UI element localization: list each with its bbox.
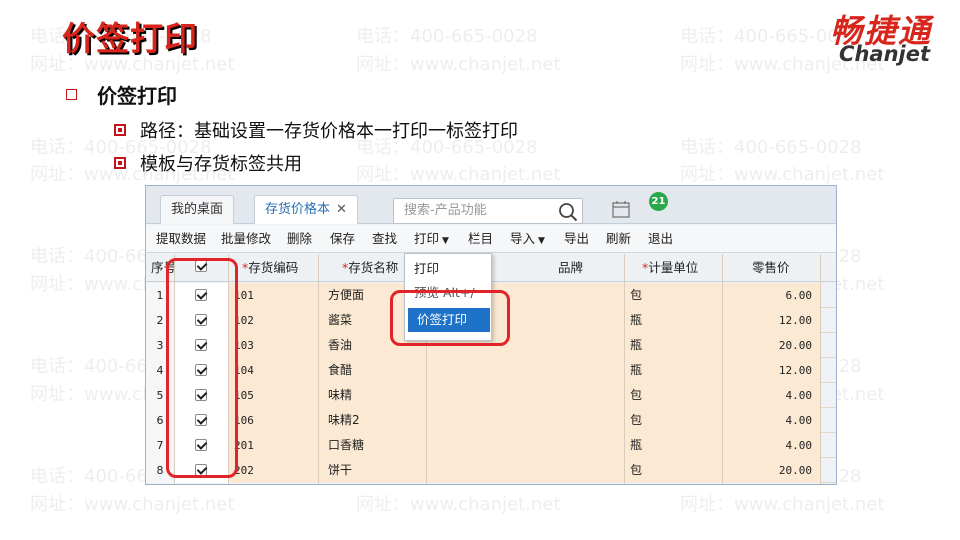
watermark-site: 网址：www.chanjet.net xyxy=(356,164,561,185)
bullet-path: 路径：基础设置一存货价格本一打印一标签打印 xyxy=(114,117,518,143)
tab-bar: 我的桌面 存货价格本 ✕ 搜索-产品功能 21 xyxy=(146,186,836,224)
bullet-main-text: 价签打印 xyxy=(97,84,177,108)
table-row[interactable]: 4 104 食醋 瓶 12.00 xyxy=(146,358,836,383)
search-input[interactable]: 搜索-产品功能 xyxy=(393,198,583,224)
row-unit[interactable]: 包 xyxy=(624,408,722,433)
search-placeholder: 搜索-产品功能 xyxy=(404,203,487,218)
tab-my-desktop[interactable]: 我的桌面 xyxy=(160,195,235,224)
col-code-label: 存货编码 xyxy=(248,260,299,275)
bullet-square-icon xyxy=(66,89,77,100)
print-label: 打印 xyxy=(414,231,440,246)
bullet-template: 模板与存货标签共用 xyxy=(114,150,302,176)
price-label-print-highlight xyxy=(390,290,510,346)
bullet-path-text: 路径：基础设置一存货价格本一打印一标签打印 xyxy=(140,121,518,142)
row-name[interactable]: 食醋 xyxy=(318,358,426,383)
col-name-label: 存货名称 xyxy=(348,260,399,275)
import-dropdown-button[interactable]: 导入 ▼ xyxy=(510,225,545,253)
search-icon[interactable] xyxy=(558,202,578,222)
import-label: 导入 xyxy=(510,231,536,246)
col-price[interactable]: 零售价 xyxy=(752,254,790,282)
row-name[interactable]: 口香糖 xyxy=(318,433,426,458)
tab-label: 我的桌面 xyxy=(171,202,224,217)
columns-button[interactable]: 栏目 xyxy=(468,225,493,253)
row-unit[interactable]: 包 xyxy=(624,458,722,483)
exit-button[interactable]: 退出 xyxy=(648,225,673,253)
tab-label: 存货价格本 xyxy=(265,202,331,217)
row-price[interactable]: 4.00 xyxy=(722,408,820,433)
slide-title: 价签打印 xyxy=(62,19,198,58)
row-unit[interactable]: 瓶 xyxy=(624,358,722,383)
column-divider xyxy=(820,254,821,484)
export-button[interactable]: 导出 xyxy=(564,225,589,253)
row-unit[interactable]: 瓶 xyxy=(624,308,722,333)
row-unit[interactable]: 包 xyxy=(624,283,722,308)
col-code[interactable]: *存货编码 xyxy=(242,254,298,282)
bullet-main: 价签打印 xyxy=(66,80,177,109)
row-price[interactable]: 12.00 xyxy=(722,308,820,333)
checkbox-column-highlight xyxy=(166,258,238,478)
column-divider xyxy=(722,254,723,484)
bullet-square-icon xyxy=(114,157,126,169)
watermark-site: 网址：www.chanjet.net xyxy=(30,494,235,515)
row-code[interactable]: 101 xyxy=(228,283,318,308)
delete-button[interactable]: 删除 xyxy=(287,225,312,253)
find-button[interactable]: 查找 xyxy=(372,225,397,253)
row-code[interactable]: 104 xyxy=(228,358,318,383)
chanjet-logo: 畅捷通 Chanjet xyxy=(774,6,934,66)
watermark-site: 网址：www.chanjet.net xyxy=(356,54,561,75)
row-unit[interactable]: 瓶 xyxy=(624,333,722,358)
table-row[interactable]: 7 201 口香糖 瓶 4.00 xyxy=(146,433,836,458)
logo-english: Chanjet xyxy=(839,42,930,66)
col-unit-label: 计量单位 xyxy=(648,260,699,275)
close-icon[interactable]: ✕ xyxy=(336,202,347,217)
row-unit[interactable]: 包 xyxy=(624,383,722,408)
watermark-phone: 电话：400-665-0028 xyxy=(356,26,538,47)
row-name[interactable]: 味精 xyxy=(318,383,426,408)
column-divider xyxy=(624,254,625,484)
column-divider xyxy=(318,254,319,484)
batch-edit-button[interactable]: 批量修改 xyxy=(221,225,271,253)
calendar-icon[interactable] xyxy=(612,200,630,218)
refresh-button[interactable]: 刷新 xyxy=(606,225,631,253)
col-name[interactable]: *存货名称 xyxy=(342,254,398,282)
row-code[interactable]: 202 xyxy=(228,458,318,483)
row-price[interactable]: 4.00 xyxy=(722,383,820,408)
watermark-site: 网址：www.chanjet.net xyxy=(356,494,561,515)
col-brand[interactable]: 品牌 xyxy=(558,254,583,282)
row-code[interactable]: 201 xyxy=(228,433,318,458)
row-price[interactable]: 4.00 xyxy=(722,433,820,458)
table-row[interactable]: 6 106 味精2 包 4.00 xyxy=(146,408,836,433)
watermark-site: 网址：www.chanjet.net xyxy=(680,494,885,515)
toolbar: 提取数据 批量修改 删除 保存 查找 打印 ▼ 栏目 导入 ▼ 导出 刷新 退出 xyxy=(146,225,836,253)
row-code[interactable]: 105 xyxy=(228,383,318,408)
col-unit[interactable]: *计量单位 xyxy=(642,254,698,282)
table-row[interactable]: 5 105 味精 包 4.00 xyxy=(146,383,836,408)
save-button[interactable]: 保存 xyxy=(330,225,355,253)
row-code[interactable]: 102 xyxy=(228,308,318,333)
table-row[interactable]: 8 202 饼干 包 20.00 xyxy=(146,458,836,483)
row-price[interactable]: 20.00 xyxy=(722,333,820,358)
row-unit[interactable]: 瓶 xyxy=(624,433,722,458)
watermark-site: 网址：www.chanjet.net xyxy=(680,164,885,185)
print-dropdown-button[interactable]: 打印 ▼ xyxy=(414,225,449,253)
watermark-phone: 电话：400-665-0028 xyxy=(680,137,862,158)
bullet-template-text: 模板与存货标签共用 xyxy=(140,154,302,175)
notification-badge[interactable]: 21 xyxy=(649,192,668,211)
tab-price-book[interactable]: 存货价格本 ✕ xyxy=(254,195,358,224)
bullet-square-icon xyxy=(114,124,126,136)
row-price[interactable]: 20.00 xyxy=(722,458,820,483)
row-name[interactable]: 饼干 xyxy=(318,458,426,483)
row-code[interactable]: 103 xyxy=(228,333,318,358)
caret-down-icon: ▼ xyxy=(538,236,545,246)
caret-down-icon: ▼ xyxy=(442,236,449,246)
row-name[interactable]: 味精2 xyxy=(318,408,426,433)
row-price[interactable]: 6.00 xyxy=(722,283,820,308)
row-price[interactable]: 12.00 xyxy=(722,358,820,383)
fetch-data-button[interactable]: 提取数据 xyxy=(156,225,206,253)
menu-item-print[interactable]: 打印 xyxy=(405,257,491,281)
row-code[interactable]: 106 xyxy=(228,408,318,433)
